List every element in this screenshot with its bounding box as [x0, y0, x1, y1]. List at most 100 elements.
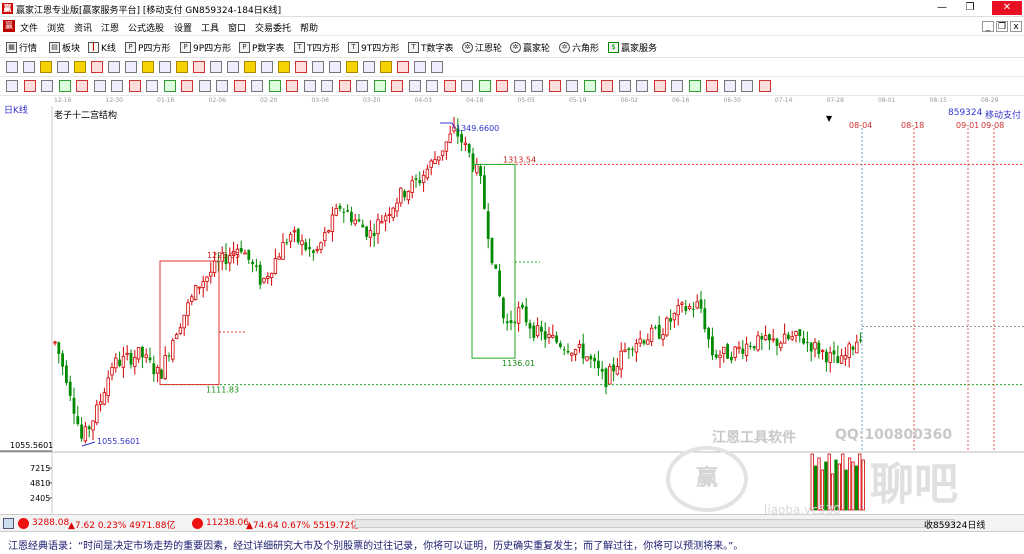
tools2-tool-1-icon[interactable] — [23, 61, 35, 73]
tools3-tool-26-icon[interactable] — [461, 80, 473, 92]
tools2-tool-8-icon[interactable] — [142, 61, 154, 73]
tools3-tool-5-icon[interactable] — [93, 80, 106, 92]
tools2-tool-10-icon[interactable] — [176, 61, 188, 73]
toolbar-winner-service[interactable]: $ 赢家服务 — [608, 41, 657, 54]
tools3-tool-25-icon[interactable] — [443, 80, 456, 92]
toolbar-hexagon[interactable]: ✡ 六角形 — [559, 41, 599, 54]
tools2-tool-17-icon[interactable] — [295, 61, 307, 73]
tools2-tool-11-icon[interactable] — [193, 61, 205, 73]
tools3-tool-41-icon[interactable] — [723, 80, 736, 92]
restore-button[interactable]: ❐ — [958, 1, 982, 15]
tools2-tool-18-icon[interactable] — [312, 61, 324, 73]
tools3-tool-43-icon[interactable] — [758, 80, 771, 92]
tools3-tool-17-icon[interactable] — [303, 80, 316, 92]
menu-tools[interactable]: 工具 — [201, 21, 219, 34]
toolbar-kline[interactable]: ┃ K线 — [88, 41, 116, 54]
toolbar-quotes[interactable]: ▦ 行情 — [6, 41, 37, 54]
tools3-tool-29-icon[interactable] — [513, 80, 526, 92]
tools3-tool-18-icon[interactable] — [321, 80, 333, 92]
tools2-tool-3-icon[interactable] — [57, 61, 69, 73]
tools2-tool-9-icon[interactable] — [159, 61, 171, 73]
tools3-tool-13-icon[interactable] — [233, 80, 246, 92]
tools3-tool-4-icon[interactable] — [76, 80, 88, 92]
toolbar-t-table[interactable]: T T数字表 — [408, 41, 454, 54]
tools2-tool-20-icon[interactable] — [346, 61, 358, 73]
menu-formula-picker[interactable]: 公式选股 — [128, 21, 164, 34]
mdi-minimize-button[interactable]: _ — [982, 21, 994, 32]
close-button[interactable]: ✕ — [992, 1, 1022, 15]
tools2-tool-13-icon[interactable] — [227, 61, 239, 73]
structure-dropdown-icon[interactable]: ▼ — [826, 114, 832, 123]
tools2-tool-23-icon[interactable] — [397, 61, 409, 73]
minimize-button[interactable]: — — [930, 1, 954, 15]
tools2-tool-14-icon[interactable] — [244, 61, 256, 73]
tools3-tool-20-icon[interactable] — [356, 80, 368, 92]
tools3-tool-0-icon[interactable] — [6, 80, 18, 92]
tools3-tool-23-icon[interactable] — [408, 80, 421, 92]
tools2-tool-21-icon[interactable] — [363, 61, 375, 73]
toolbar-p-square[interactable]: P P四方形 — [125, 41, 170, 54]
menu-app-icon[interactable]: 赢 — [3, 20, 15, 32]
tools3-tool-31-icon[interactable] — [548, 80, 561, 92]
tools2-tool-2-icon[interactable] — [40, 61, 52, 73]
menu-file[interactable]: 文件 — [20, 21, 38, 34]
toolbar-winner-wheel[interactable]: ✲ 赢家轮 — [510, 41, 550, 54]
toolbar-p-table[interactable]: P P数字表 — [239, 41, 284, 54]
tools3-tool-37-icon[interactable] — [653, 80, 666, 92]
menu-window[interactable]: 窗口 — [228, 21, 246, 34]
toolbar-9p-square[interactable]: P 9P四方形 — [180, 41, 231, 54]
tools3-tool-1-icon[interactable] — [23, 80, 36, 92]
menu-trade[interactable]: 交易委托 — [255, 21, 291, 34]
tools2-tool-25-icon[interactable] — [431, 61, 443, 73]
tools2-tool-7-icon[interactable] — [125, 61, 137, 73]
tools3-tool-7-icon[interactable] — [128, 80, 141, 92]
menu-news[interactable]: 资讯 — [74, 21, 92, 34]
tools2-tool-12-icon[interactable] — [210, 61, 222, 73]
toolbar-gann-wheel[interactable]: ✲ 江恩轮 — [462, 41, 502, 54]
menu-settings[interactable]: 设置 — [174, 21, 192, 34]
tools3-tool-15-icon[interactable] — [268, 80, 281, 92]
tools3-tool-10-icon[interactable] — [181, 80, 193, 92]
tools2-tool-6-icon[interactable] — [108, 61, 120, 73]
tools3-tool-27-icon[interactable] — [478, 80, 491, 92]
menu-browse[interactable]: 浏览 — [47, 21, 65, 34]
mdi-close-button[interactable]: x — [1010, 21, 1022, 32]
tools3-tool-36-icon[interactable] — [636, 80, 648, 92]
tools2-tool-0-icon[interactable] — [6, 61, 18, 73]
tools2-tool-5-icon[interactable] — [91, 61, 103, 73]
tools3-tool-9-icon[interactable] — [163, 80, 176, 92]
tools3-tool-24-icon[interactable] — [426, 80, 438, 92]
tools2-tool-4-icon[interactable] — [74, 61, 86, 73]
grid-icon[interactable] — [3, 518, 14, 529]
tools3-tool-22-icon[interactable] — [391, 80, 403, 92]
tools3-tool-21-icon[interactable] — [373, 80, 386, 92]
tools3-tool-34-icon[interactable] — [601, 80, 613, 92]
tools3-tool-40-icon[interactable] — [706, 80, 718, 92]
toolbar-sectors[interactable]: ▤ 板块 — [49, 41, 80, 54]
tools3-tool-16-icon[interactable] — [286, 80, 298, 92]
tools3-tool-33-icon[interactable] — [583, 80, 596, 92]
tools3-tool-30-icon[interactable] — [531, 80, 543, 92]
tools3-tool-3-icon[interactable] — [58, 80, 71, 92]
tools3-tool-39-icon[interactable] — [688, 80, 701, 92]
horizontal-scrollbar[interactable] — [355, 519, 955, 528]
menu-help[interactable]: 帮助 — [300, 21, 318, 34]
toolbar-t-square[interactable]: T T四方形 — [294, 41, 340, 54]
toolbar-9t-square[interactable]: T 9T四方形 — [348, 41, 399, 54]
mdi-restore-button[interactable]: ❐ — [996, 21, 1008, 32]
tools3-tool-32-icon[interactable] — [566, 80, 578, 92]
tools3-tool-12-icon[interactable] — [216, 80, 228, 92]
tools3-tool-8-icon[interactable] — [146, 80, 158, 92]
tools3-tool-11-icon[interactable] — [198, 80, 211, 92]
tools3-tool-42-icon[interactable] — [741, 80, 753, 92]
tools3-tool-28-icon[interactable] — [496, 80, 508, 92]
tools3-tool-14-icon[interactable] — [251, 80, 263, 92]
tools2-tool-16-icon[interactable] — [278, 61, 290, 73]
tools3-tool-38-icon[interactable] — [671, 80, 683, 92]
tools3-tool-2-icon[interactable] — [41, 80, 53, 92]
menu-gann[interactable]: 江恩 — [101, 21, 119, 34]
tools3-tool-19-icon[interactable] — [338, 80, 351, 92]
tools3-tool-35-icon[interactable] — [618, 80, 631, 92]
tools3-tool-6-icon[interactable] — [111, 80, 123, 92]
tools2-tool-15-icon[interactable] — [261, 61, 273, 73]
